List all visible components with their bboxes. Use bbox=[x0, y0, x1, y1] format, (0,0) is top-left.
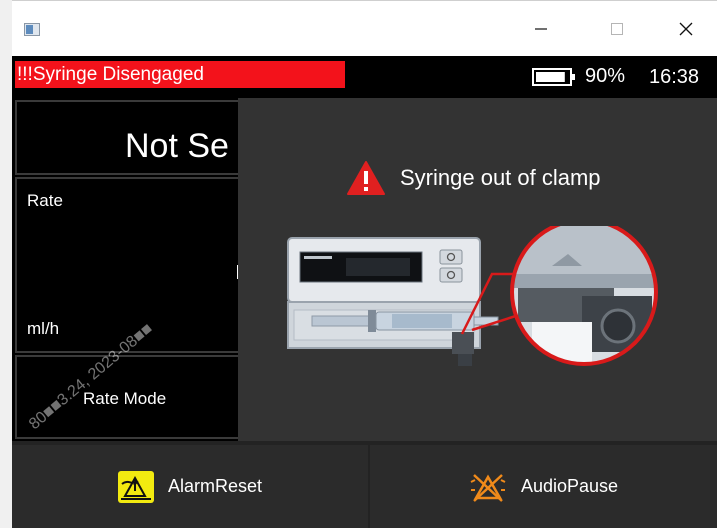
syringe-alarm-dialog: Syringe out of clamp bbox=[238, 98, 717, 441]
dialog-title: Syringe out of clamp bbox=[400, 165, 601, 190]
warning-triangle-icon bbox=[347, 161, 385, 195]
infusion-status-text: Not Se bbox=[125, 127, 229, 165]
app-window: !!!Syringe Disengaged 90% 16:38 Not Se R… bbox=[12, 0, 717, 528]
alarm-reset-icon bbox=[117, 470, 154, 503]
minimize-icon bbox=[535, 28, 547, 30]
rate-mode-label: Rate Mode bbox=[83, 389, 167, 408]
bottom-toolbar: AlarmReset AudioPause bbox=[12, 441, 717, 528]
battery-icon bbox=[532, 68, 575, 86]
close-icon bbox=[679, 22, 693, 36]
clock: 16:38 bbox=[649, 66, 700, 88]
close-button[interactable] bbox=[663, 11, 709, 47]
minimize-button[interactable] bbox=[518, 11, 564, 47]
rate-panel[interactable]: Rate ml/h bbox=[15, 177, 241, 353]
rate-label: Rate bbox=[27, 191, 63, 210]
main-area: Not Se Rate ml/h Rate Mode Syringe out o… bbox=[12, 96, 717, 441]
infusion-status-panel: Not Se bbox=[15, 100, 241, 175]
alarm-reset-label: AlarmReset bbox=[167, 476, 263, 496]
battery-percent: 90% bbox=[585, 65, 626, 87]
syringe-pump-illustration bbox=[287, 226, 658, 366]
alarm-banner[interactable]: !!!Syringe Disengaged bbox=[15, 61, 345, 88]
alarm-reset-button[interactable]: AlarmReset bbox=[12, 445, 368, 528]
audio-pause-icon bbox=[470, 473, 506, 502]
audio-pause-label: AudioPause bbox=[520, 476, 619, 496]
title-bar bbox=[12, 0, 717, 56]
maximize-icon bbox=[611, 23, 623, 35]
rate-mode-panel[interactable]: Rate Mode bbox=[15, 355, 241, 439]
audio-pause-button[interactable]: AudioPause bbox=[370, 445, 717, 528]
rate-unit: ml/h bbox=[27, 319, 60, 338]
maximize-button[interactable] bbox=[594, 11, 640, 47]
app-icon bbox=[24, 23, 40, 36]
status-bar: !!!Syringe Disengaged 90% 16:38 bbox=[12, 56, 717, 96]
dialog-header: Syringe out of clamp bbox=[346, 160, 601, 196]
